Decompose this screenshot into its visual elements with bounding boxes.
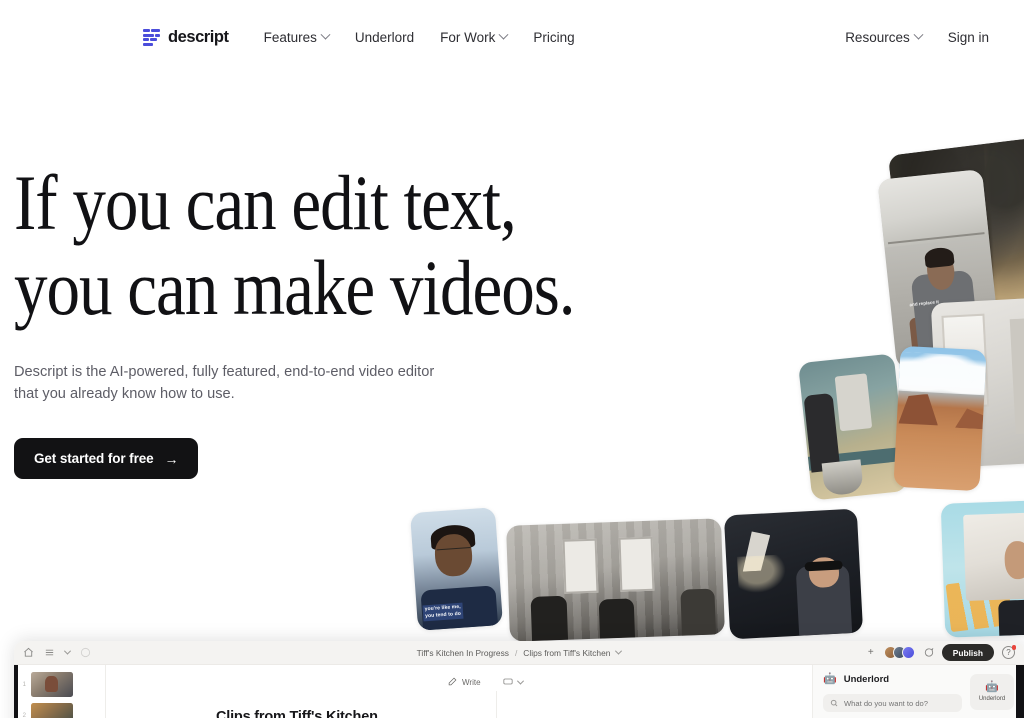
- clip-list-sidebar: 1 2 3: [14, 665, 106, 718]
- chevron-down-icon[interactable]: [615, 647, 623, 655]
- nav-item-pricing[interactable]: Pricing: [520, 24, 587, 51]
- underlord-sidebar: 🤖 Underlord 🤖 Underlord: [812, 665, 1024, 718]
- app-toolbar-left: [23, 647, 91, 658]
- clip-number: 1: [22, 681, 26, 688]
- comment-bubble-icon[interactable]: [923, 647, 934, 658]
- jeff-interview-clip[interactable]: JEFF: [940, 500, 1024, 638]
- window-edge: [1016, 665, 1024, 718]
- nav-label: Pricing: [533, 29, 575, 45]
- document-title: Clips from Tiff's Kitchen: [216, 709, 378, 718]
- get-started-button[interactable]: Get started for free →: [14, 438, 199, 479]
- clip-thumbnail[interactable]: [31, 672, 73, 697]
- search-icon: [830, 694, 838, 712]
- clip-caption: you're like me, you tend to do: [422, 602, 464, 621]
- clip-image: [941, 500, 1024, 637]
- brand-name: descript: [168, 27, 229, 46]
- chevron-down-icon: [498, 29, 509, 40]
- clip-image: [506, 518, 725, 642]
- clip-image: [724, 509, 863, 640]
- woman-at-desk-clip[interactable]: [723, 508, 864, 640]
- clip-number: 2: [22, 712, 26, 718]
- headline-line-1: If you can edit text,: [14, 159, 517, 246]
- robot-icon: 🤖: [985, 681, 999, 693]
- help-button[interactable]: ?: [1002, 645, 1016, 659]
- underlord-tab-button[interactable]: 🤖 Underlord: [970, 674, 1014, 710]
- publish-button[interactable]: Publish: [941, 644, 994, 661]
- breadcrumb-separator: /: [514, 647, 518, 658]
- breadcrumb-document[interactable]: Clips from Tiff's Kitchen: [523, 648, 610, 658]
- app-toolbar-right: + Publish ?: [868, 644, 1016, 661]
- hero-subtitle: Descript is the AI-powered, fully featur…: [14, 362, 484, 405]
- nav-item-sign-in[interactable]: Sign in: [935, 24, 1002, 51]
- underlord-title: Underlord: [843, 674, 890, 685]
- nav-item-underlord[interactable]: Underlord: [342, 24, 427, 51]
- nav-left-group: descript Features Underlord For Work Pri…: [143, 24, 588, 51]
- chevron-down-icon: [913, 29, 924, 40]
- breadcrumb-project[interactable]: Tiff's Kitchen In Progress: [417, 648, 509, 658]
- podcast-studio-clip[interactable]: [506, 518, 725, 642]
- caption-line-2: you tend to do: [424, 610, 462, 620]
- card-view-button[interactable]: [502, 677, 524, 688]
- clip-thumbnail[interactable]: [31, 703, 73, 718]
- chevron-down-icon[interactable]: [63, 647, 72, 655]
- write-label: Write: [462, 677, 481, 687]
- write-button[interactable]: Write: [448, 677, 481, 688]
- card-view-icon: [502, 677, 513, 688]
- underlord-header: 🤖 Underlord: [823, 673, 962, 686]
- subtitle-line-2: that you already know how to use.: [14, 385, 235, 402]
- nav-item-features[interactable]: Features: [251, 24, 342, 51]
- home-icon[interactable]: [23, 647, 34, 658]
- chevron-down-icon: [320, 29, 331, 40]
- man-with-glasses-clip[interactable]: you're like me, you tend to do: [409, 507, 504, 631]
- editor-main: Write Clips from Tiff's Kitchen: [106, 665, 812, 718]
- arrow-right-icon: →: [164, 450, 179, 467]
- subtitle-line-1: Descript is the AI-powered, fully featur…: [14, 364, 435, 380]
- nav-label: Resources: [845, 29, 910, 45]
- nav-label: Sign in: [947, 29, 989, 45]
- notification-badge: [1011, 645, 1016, 650]
- landing-page: descript Features Underlord For Work Pri…: [0, 0, 1024, 718]
- brand-logo[interactable]: descript: [143, 28, 229, 47]
- robot-icon: 🤖: [823, 673, 837, 685]
- plus-icon[interactable]: +: [868, 647, 874, 658]
- headline-line-2: you can make videos.: [14, 244, 576, 331]
- search-input[interactable]: [844, 698, 955, 708]
- desert-landscape-clip[interactable]: [893, 345, 987, 492]
- clip-image: [798, 353, 908, 500]
- nav-label: For Work: [440, 29, 496, 45]
- circle-icon[interactable]: [80, 647, 91, 658]
- nav-right-group: Resources Sign in: [832, 24, 1002, 51]
- kitchen-baking-clip[interactable]: [798, 353, 908, 501]
- list-item[interactable]: 2: [20, 703, 105, 718]
- nav-item-resources[interactable]: Resources: [832, 24, 935, 51]
- editor-toolbar: Write: [106, 672, 812, 692]
- main-navigation: descript Features Underlord For Work Pri…: [0, 0, 1024, 74]
- pen-icon: [448, 677, 457, 688]
- collaborator-avatars[interactable]: [883, 646, 915, 659]
- underlord-search[interactable]: [823, 694, 962, 712]
- app-preview-window: Tiff's Kitchen In Progress / Clips from …: [14, 641, 1024, 718]
- clip-image: [893, 346, 987, 491]
- cta-label: Get started for free: [34, 451, 154, 466]
- chevron-down-icon: [516, 677, 524, 685]
- app-body: 1 2 3: [14, 665, 1024, 718]
- nav-links: Features Underlord For Work Pricing: [251, 24, 588, 51]
- app-toolbar: Tiff's Kitchen In Progress / Clips from …: [14, 641, 1024, 665]
- list-menu-icon[interactable]: [44, 647, 55, 658]
- underlord-tab-label: Underlord: [978, 696, 1006, 702]
- descript-bars-icon: [143, 29, 160, 46]
- avatar[interactable]: [901, 646, 915, 659]
- panel-divider: [496, 691, 497, 718]
- hero-section: If you can edit text, you can make video…: [14, 160, 694, 479]
- underlord-panel: 🤖 Underlord: [823, 674, 962, 718]
- nav-label: Features: [263, 29, 317, 45]
- window-edge-left: [14, 665, 18, 718]
- nav-item-for-work[interactable]: For Work: [427, 24, 520, 51]
- page-title: If you can edit text, you can make video…: [14, 160, 599, 330]
- list-item[interactable]: 1: [20, 672, 105, 697]
- nav-label: Underlord: [354, 29, 415, 45]
